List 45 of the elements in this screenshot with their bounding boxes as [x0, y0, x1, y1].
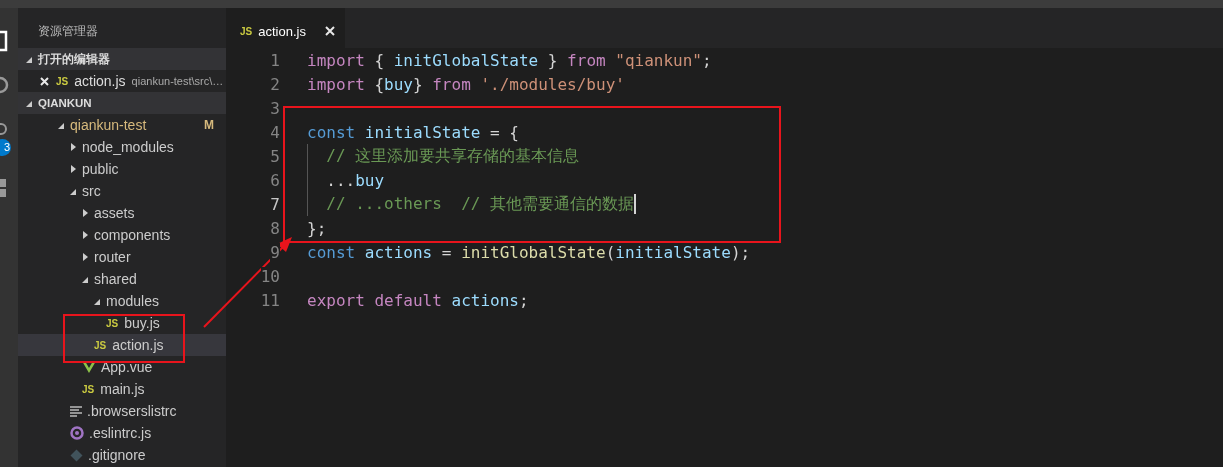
code-line: export default actions;: [307, 290, 529, 310]
git-status-letter: M: [204, 118, 214, 132]
eslint-file-icon: [70, 426, 84, 440]
code-line: const actions = initGlobalState(initialState);: [307, 242, 751, 262]
notification-badge: 3: [0, 139, 11, 156]
close-icon[interactable]: [40, 76, 49, 86]
code-line: const initialState = {: [307, 122, 519, 142]
file-type-label: JS: [94, 339, 107, 351]
tree-item[interactable]: qiankun-test M: [18, 114, 226, 136]
tree-item[interactable]: .eslintrc.js: [18, 422, 226, 444]
panel-title: 资源管理器: [37, 23, 99, 40]
tree-item[interactable]: router: [18, 246, 226, 268]
section-header[interactable]: QIANKUN: [18, 92, 226, 114]
tree-item[interactable]: node_modules: [18, 136, 226, 158]
tree-item[interactable]: src: [18, 180, 226, 202]
tree-item[interactable]: components: [18, 224, 226, 246]
vue-file-icon: [82, 361, 96, 373]
file-type-label: JS: [106, 317, 119, 329]
file-type-label: JS: [82, 383, 95, 395]
code-line: import {buy} from './modules/buy': [307, 74, 625, 94]
tree-item[interactable]: .gitignore: [18, 444, 226, 466]
tree-item[interactable]: assets: [18, 202, 226, 224]
tree-item[interactable]: JS action.js: [18, 334, 226, 356]
tree-item[interactable]: JS main.js: [18, 378, 226, 400]
lines-icon: [70, 405, 82, 417]
code-line: // 这里添加要共享存储的基本信息: [325, 145, 580, 167]
tree-item[interactable]: App.vue: [18, 356, 226, 378]
editor-tab[interactable]: JS action.js: [226, 8, 345, 48]
tree-item[interactable]: shared: [18, 268, 226, 290]
code-line: import { initGlobalState } from "qiankun";: [307, 50, 712, 70]
tree-item[interactable]: public: [18, 158, 226, 180]
line-number: 9: [270, 242, 280, 262]
tree-item[interactable]: .browserslistrc: [18, 400, 226, 422]
open-editor-item[interactable]: JS action.js qiankun-test\src\…: [18, 70, 226, 92]
code-line: ...buy: [325, 170, 385, 190]
code-line: // ...others // 其他需要通信的数据: [325, 193, 635, 215]
file-type-label: JS: [240, 25, 253, 37]
tree-item[interactable]: modules: [18, 290, 226, 312]
tree-item[interactable]: JS buy.js: [18, 312, 226, 334]
file-type-label: JS: [56, 75, 69, 87]
close-icon[interactable]: [325, 26, 335, 36]
section-header[interactable]: 打开的编辑器: [18, 48, 226, 70]
text-cursor: [634, 194, 637, 214]
diamond-icon: [70, 448, 83, 462]
code-line: };: [307, 218, 327, 238]
